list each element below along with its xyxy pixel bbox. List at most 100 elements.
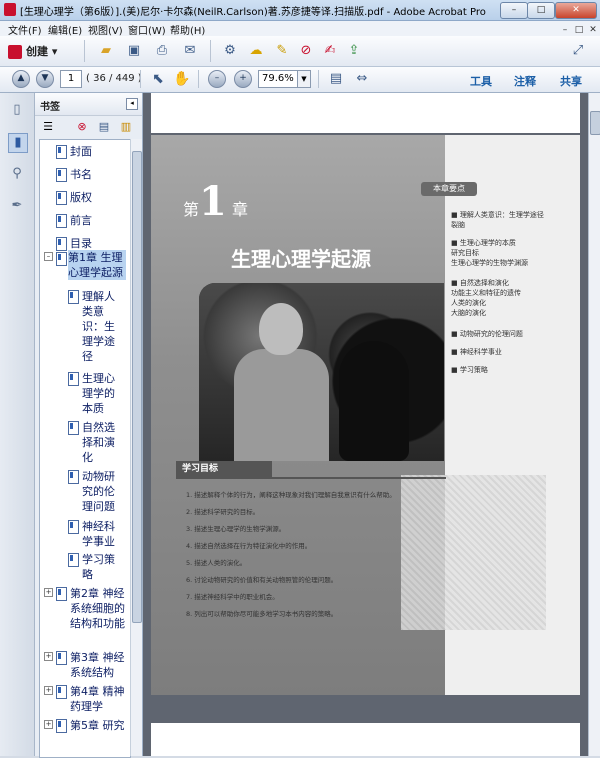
bookmark-label: 理解人类意识：生理学途径 [82,290,115,363]
expand-icon[interactable]: ⤢ [568,41,588,61]
navigation-pane-strip: ▯ ▮ ⚲ ✒ [0,93,35,756]
convert-icon[interactable]: ⊘ [296,41,316,61]
zoom-level-input[interactable]: 79.6% [258,70,301,88]
key-point: ■ 学习策略 [451,366,488,374]
bookmark-icon [56,214,67,228]
sign-icon[interactable]: ✍ [320,41,340,61]
bookmark-icon [56,719,67,733]
page-thumbnails-icon[interactable]: ▯ [8,101,26,119]
chapter-number: 第1 章 [183,178,248,225]
bookmark-label: 版权 [70,191,92,204]
tools-link[interactable]: 工具 [470,73,492,89]
chapter-title: 生理心理学起源 [231,247,371,271]
bookmark-label: 书名 [70,168,92,181]
zoom-in-button[interactable]: + [234,70,252,88]
menu-file[interactable]: 文件(F) [8,22,42,37]
bookmark-label: 神经科学事业 [82,520,115,548]
minimize-button[interactable]: – [500,2,528,19]
bookmarks-scrollbar[interactable] [130,139,142,756]
collapse-toggle[interactable]: – [44,252,53,261]
doc-minimize-button[interactable]: – [558,25,572,35]
fit-page-icon[interactable]: ▤ [326,69,346,89]
fit-width-icon[interactable]: ⇔ [352,69,372,89]
learning-goals-heading: 学习目标 [176,461,272,477]
bookmark-label: 生理心理学的本质 [82,372,115,415]
options-menu-icon[interactable]: ☰ [41,120,55,134]
learning-goal: 6. 讨论动物研究的价值和有关动物照管的伦理问题。 [186,576,338,584]
signatures-icon[interactable]: ✒ [8,197,26,215]
folder-open-icon[interactable]: ▰ [96,41,116,61]
bookmark-icon [56,168,67,182]
zoom-out-button[interactable]: – [208,70,226,88]
bookmark-icon [56,252,67,266]
bookmark-label: 动物研究的伦理问题 [82,470,115,513]
menu-window[interactable]: 窗口(W) [128,22,166,37]
create-icon [8,45,22,59]
hand-tool-icon[interactable]: ✋ [172,69,192,89]
settings-icon[interactable]: ⚙ [220,41,240,61]
highlight-icon[interactable]: ✎ [272,41,292,61]
bookmark-label: 第5章 研究 [70,719,125,732]
zoom-dropdown-button[interactable]: ▼ [297,70,311,88]
bookmark-icon [68,553,79,567]
doc-close-button[interactable]: ✕ [586,25,600,35]
previous-page-button[interactable]: ▲ [12,70,30,88]
bookmarks-scroll-thumb[interactable] [132,151,142,623]
bookmark-icon [68,372,79,386]
bookmark-label: 前言 [70,214,92,227]
expand-toggle[interactable]: + [44,720,53,729]
bookmarks-icon[interactable]: ▮ [8,133,28,153]
key-point: 研究目标 [451,249,479,257]
save-icon[interactable]: ▣ [124,41,144,61]
comment-link[interactable]: 注释 [514,73,536,89]
expand-toggle[interactable]: + [44,686,53,695]
pdf-page: 第1 章 生理心理学起源 本章要点 ■ 理解人类意识：生理学途径 裂脑 ■ 生理… [151,135,580,695]
document-scrollbar[interactable] [588,93,600,756]
close-button[interactable]: ✕ [555,2,597,19]
comment-icon[interactable]: ☁ [246,41,266,61]
expand-bookmark-icon[interactable]: ▥ [119,120,133,134]
delete-bookmark-icon[interactable]: ⊗ [75,120,89,134]
learning-goal: 7. 描述神经科学中的职业机会。 [186,593,279,601]
share-link[interactable]: 共享 [560,73,582,89]
learning-goal: 3. 描述生理心理学的生物学渊源。 [186,525,286,533]
menu-help[interactable]: 帮助(H) [170,22,205,37]
expand-toggle[interactable]: + [44,652,53,661]
select-tool-icon[interactable]: ⬉ [148,69,168,89]
bookmark-label: 学习策略 [82,553,115,581]
maximize-button[interactable]: □ [527,2,555,19]
document-viewer[interactable]: 第1 章 生理心理学起源 本章要点 ■ 理解人类意识：生理学途径 裂脑 ■ 生理… [143,93,588,756]
toolbar-divider [84,40,85,62]
learning-goal: 8. 列出可以帮助你尽可能多地学习本书内容的策略。 [186,610,338,618]
photo-figure-body [234,349,329,461]
expand-toggle[interactable]: + [44,588,53,597]
bookmark-label: 自然选择和演化 [82,421,115,464]
collapse-panel-button[interactable]: ◂ [126,98,138,110]
menu-edit[interactable]: 编辑(E) [48,22,82,37]
email-icon[interactable]: ✉ [180,41,200,61]
doc-restore-button[interactable]: □ [572,25,586,35]
menu-view[interactable]: 视图(V) [88,22,123,37]
key-point: 功能主义和特征的遗传 [451,289,521,297]
page-number-input[interactable]: 1 [60,70,82,88]
title-bar: [生理心理学（第6版）].(美)尼尔·卡尔森(NeilR.Carlson)著.苏… [0,0,600,21]
learning-goal: 2. 描述科学研究的目标。 [186,508,260,516]
share-icon[interactable]: ⇪ [344,41,364,61]
photo-gorilla [339,341,409,461]
key-point: ■ 动物研究的伦理问题 [451,330,523,338]
page-count: ( 36 / 449 ) [86,73,142,84]
document-scroll-thumb[interactable] [590,111,600,135]
menu-bar: 文件(F) 编辑(E) 视图(V) 窗口(W) 帮助(H) – □ ✕ [0,21,600,37]
create-button[interactable]: 创建 ▾ [8,43,57,59]
page-background-map [401,475,546,630]
learning-goal: 4. 描述自然选择在行为特征演化中的作用。 [186,542,312,550]
bookmarks-panel: 书签 ◂ ☰ ⊗ ▤ ▥ 封面 书名 版权 前言 目录 – 第1章 生理心理学起源… [35,93,143,758]
toolbar-divider [140,70,141,88]
new-bookmark-icon[interactable]: ▤ [97,120,111,134]
print-icon[interactable]: ⎙ [152,41,172,61]
next-page-button[interactable]: ▼ [36,70,54,88]
key-point: ■ 自然选择和演化 [451,279,509,287]
attachments-icon[interactable]: ⚲ [8,165,26,183]
create-label: 创建 [26,45,48,58]
bookmark-icon [56,191,67,205]
